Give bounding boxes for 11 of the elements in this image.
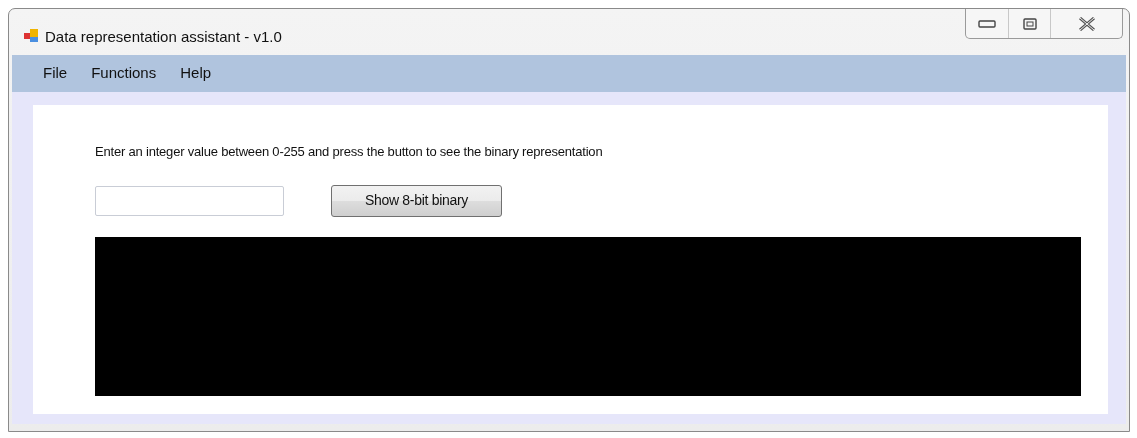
- window-title: Data representation assistant - v1.0: [45, 27, 282, 47]
- minimize-icon: [978, 19, 996, 28]
- input-field[interactable]: [95, 185, 284, 216]
- menu-item[interactable]: Functions: [82, 62, 166, 85]
- menu-item[interactable]: File: [34, 62, 77, 85]
- show-binary-button[interactable]: Show 8-bit binary: [331, 184, 502, 217]
- maximize-icon: [1022, 17, 1037, 30]
- app-icon: [23, 27, 39, 43]
- close-icon: [1077, 16, 1096, 31]
- instruction-text: Enter an integer value between 0-255 and press the button to see the binary representation: [95, 143, 604, 161]
- menu-item[interactable]: Help: [171, 62, 221, 85]
